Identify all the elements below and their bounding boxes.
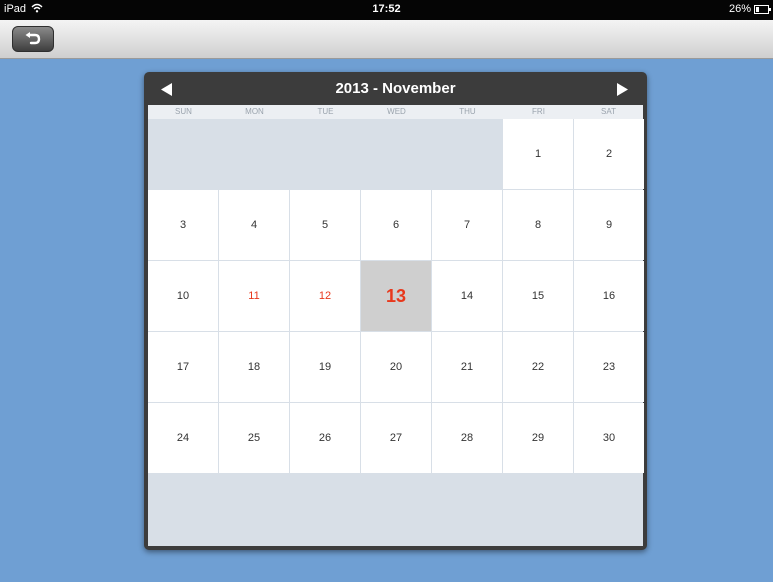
calendar-day[interactable]: 6: [361, 190, 431, 260]
calendar-day[interactable]: 23: [574, 332, 644, 402]
calendar-day[interactable]: 5: [290, 190, 360, 260]
nav-bar: [0, 20, 773, 59]
weekday-label: THU: [459, 107, 476, 116]
weekday-label: TUE: [317, 107, 334, 116]
calendar-day[interactable]: 24: [148, 403, 218, 473]
calendar-day[interactable]: 9: [574, 190, 644, 260]
weekday-label: SUN: [175, 107, 192, 116]
calendar-day[interactable]: 12: [290, 261, 360, 331]
weekday-label: WED: [387, 107, 406, 116]
weekday-label: FRI: [532, 107, 545, 116]
status-time: 17:52: [372, 3, 401, 15]
back-arrow-icon: [25, 32, 41, 45]
calendar-day[interactable]: 2: [574, 119, 644, 189]
weekday-header-row: SUN MON TUE WED THU FRI SAT: [148, 105, 643, 119]
weekday-label: SAT: [601, 107, 616, 116]
calendar-day[interactable]: 25: [219, 403, 289, 473]
calendar-day[interactable]: 21: [432, 332, 502, 402]
calendar-day[interactable]: 7: [432, 190, 502, 260]
calendar-day[interactable]: 4: [219, 190, 289, 260]
calendar-day[interactable]: 15: [503, 261, 573, 331]
calendar-day[interactable]: 14: [432, 261, 502, 331]
month-title: 2013 - November: [335, 80, 456, 97]
calendar-day[interactable]: 18: [219, 332, 289, 402]
calendar-day[interactable]: 1: [503, 119, 573, 189]
calendar-day-today[interactable]: 13: [361, 261, 431, 331]
calendar-day[interactable]: 28: [432, 403, 502, 473]
calendar-day[interactable]: 19: [290, 332, 360, 402]
calendar-day[interactable]: 17: [148, 332, 218, 402]
status-bar: iPad 17:52 26%: [0, 0, 773, 20]
weekday-label: MON: [245, 107, 264, 116]
next-month-button[interactable]: [613, 80, 631, 98]
back-button[interactable]: [12, 26, 54, 52]
calendar-day[interactable]: 27: [361, 403, 431, 473]
calendar-day[interactable]: 22: [503, 332, 573, 402]
calendar-grid: 1 2 3 4 5 6 7 8 9 10 11 12 13 14 15 16 17 18 19 20 21 22 23 24 2…: [148, 119, 644, 546]
calendar-day[interactable]: 10: [148, 261, 218, 331]
battery-icon: [754, 4, 771, 14]
calendar-day[interactable]: 11: [219, 261, 289, 331]
calendar-day[interactable]: 16: [574, 261, 644, 331]
calendar-day[interactable]: 3: [148, 190, 218, 260]
calendar-panel: 2013 - November SUN MON TUE WED THU FRI …: [144, 72, 647, 550]
battery-percent: 26%: [728, 3, 751, 15]
calendar-day[interactable]: 8: [503, 190, 573, 260]
calendar-day[interactable]: 26: [290, 403, 360, 473]
calendar-day[interactable]: 30: [574, 403, 644, 473]
calendar-day[interactable]: 20: [361, 332, 431, 402]
calendar-day[interactable]: 29: [503, 403, 573, 473]
calendar-header: 2013 - November: [144, 72, 647, 105]
right-triangle-icon: [616, 82, 628, 96]
status-right: 26%: [728, 3, 771, 15]
